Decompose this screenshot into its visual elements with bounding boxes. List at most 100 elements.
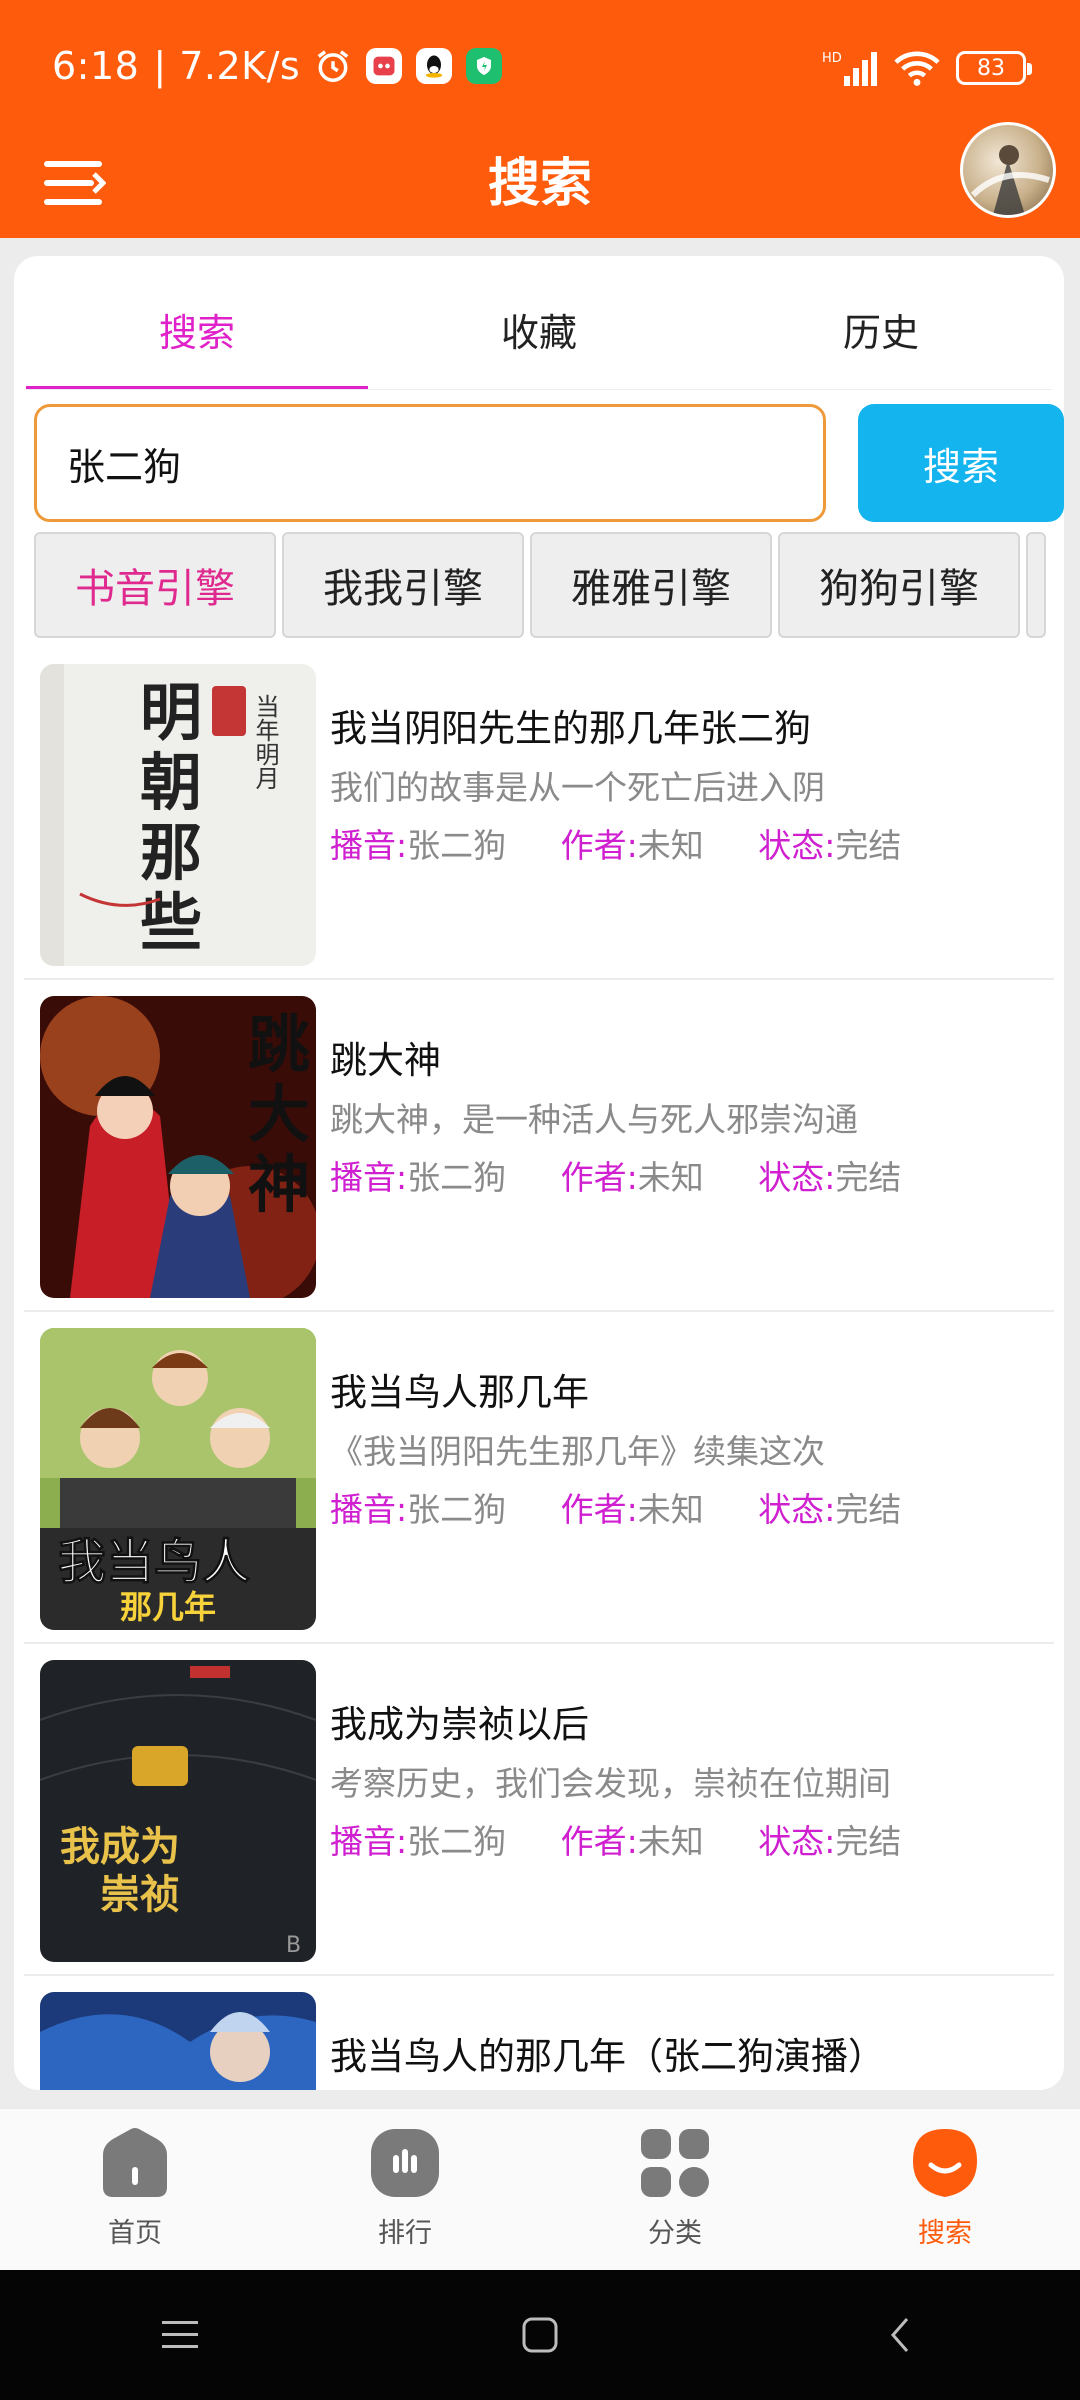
alarm-icon bbox=[317, 50, 349, 82]
book-title: 我当阴阳先生的那几年张二狗 bbox=[330, 707, 811, 750]
narrator-value: 张二狗 bbox=[407, 1822, 507, 1861]
nav-category[interactable]: 分类 bbox=[540, 2109, 810, 2270]
author-value: 未知 bbox=[637, 826, 704, 865]
engine-shuyin[interactable]: 书音引擎 bbox=[34, 532, 276, 638]
book-cover: 我成为 崇祯 B bbox=[40, 1660, 316, 1962]
bottom-nav: 首页 排行 分类 搜索 bbox=[0, 2108, 1080, 2270]
book-meta: 播音:张二狗 作者:未知 状态:完结 bbox=[330, 1154, 1044, 1202]
narrator-label: 播音: bbox=[330, 1490, 408, 1529]
narrator-label: 播音: bbox=[330, 1822, 408, 1861]
tab-history[interactable]: 历史 bbox=[710, 256, 1052, 390]
status-label: 状态: bbox=[758, 1158, 836, 1197]
app-notification-icon bbox=[366, 48, 403, 84]
cover-author: 当年明月 bbox=[251, 694, 279, 790]
book-title: 我当鸟人那几年 bbox=[330, 1371, 589, 1414]
nav-ranking-label: 排行 bbox=[378, 2218, 432, 2249]
network-speed: | 7.2K/s bbox=[153, 44, 301, 88]
result-item[interactable]: 我当鸟人 那几年 我当鸟人那几年 《我当阴阳先生那几年》续集这次 播音:张二狗 … bbox=[24, 1312, 1054, 1644]
content-card: 搜索 收藏 历史 搜索 书音引擎 我我引擎 雅雅引擎 狗狗引擎 明 bbox=[14, 256, 1064, 2090]
tab-search[interactable]: 搜索 bbox=[26, 256, 368, 390]
tab-favorites[interactable]: 收藏 bbox=[368, 256, 710, 390]
author-label: 作者: bbox=[560, 1822, 638, 1861]
book-info: 我当鸟人那几年 《我当阴阳先生那几年》续集这次 播音:张二狗 作者:未知 状态:… bbox=[330, 1368, 1044, 1534]
cover-char-2: 崇祯 bbox=[100, 1872, 180, 1918]
nav-search[interactable]: 搜索 bbox=[810, 2109, 1080, 2270]
recent-apps-button[interactable] bbox=[150, 2305, 210, 2365]
back-button[interactable] bbox=[870, 2305, 930, 2365]
signal-icon: HD bbox=[822, 51, 877, 86]
status-value: 完结 bbox=[835, 1822, 902, 1861]
status-value: 完结 bbox=[835, 1158, 902, 1197]
cover-char-4: 些 bbox=[140, 886, 202, 959]
book-meta: 播音:张二狗 作者:未知 状态:完结 bbox=[330, 822, 1044, 870]
book-title: 我成为崇祯以后 bbox=[330, 1703, 589, 1746]
book-info: 我成为崇祯以后 考察历史，我们会发现，崇祯在位期间 播音:张二狗 作者:未知 状… bbox=[330, 1700, 1044, 1866]
book-cover: 明 朝 那 些 当年明月 bbox=[40, 664, 316, 966]
author-label: 作者: bbox=[560, 1158, 638, 1197]
nav-ranking[interactable]: 排行 bbox=[270, 2109, 540, 2270]
status-label: 状态: bbox=[758, 1822, 836, 1861]
book-description: 我们的故事是从一个死亡后进入阴 bbox=[330, 768, 825, 807]
book-cover-art: 跳 大 神 bbox=[40, 996, 316, 1298]
book-meta: 播音:张二狗 作者:未知 状态:完结 bbox=[330, 1486, 1044, 1534]
home-icon bbox=[103, 2128, 167, 2197]
nav-category-label: 分类 bbox=[648, 2218, 702, 2249]
home-button-icon bbox=[522, 2317, 558, 2353]
book-description: 考察历史，我们会发现，崇祯在位期间 bbox=[330, 1764, 891, 1803]
narrator-value: 张二狗 bbox=[407, 1490, 507, 1529]
narrator-label: 播音: bbox=[330, 826, 408, 865]
engine-selector: 书音引擎 我我引擎 雅雅引擎 狗狗引擎 bbox=[34, 532, 1060, 640]
book-cover-art: 明 朝 那 些 当年明月 bbox=[40, 664, 316, 966]
book-meta: 播音:张二狗 作者:未知 状态:完结 bbox=[330, 1818, 1044, 1866]
narrator-value: 张二狗 bbox=[407, 1158, 507, 1197]
result-item[interactable]: 我成为 崇祯 B 我成为崇祯以后 考察历史，我们会发现，崇祯在位期间 播音:张二… bbox=[24, 1644, 1054, 1976]
engine-gougou[interactable]: 狗狗引擎 bbox=[778, 532, 1020, 638]
search-icon bbox=[913, 2129, 977, 2197]
result-item[interactable]: 跳 大 神 跳大神 跳大神，是一种活人与死人邪崇沟通 播音:张二狗 作者:未知 … bbox=[24, 980, 1054, 1312]
battery-icon: 83 bbox=[956, 51, 1032, 85]
narrator-value: 张二狗 bbox=[407, 826, 507, 865]
nav-search-label: 搜索 bbox=[918, 2218, 972, 2249]
status-label: 状态: bbox=[758, 826, 836, 865]
result-item[interactable]: 我当鸟人的那几年（张二狗演播） bbox=[24, 1976, 1054, 2090]
status-value: 完结 bbox=[835, 826, 902, 865]
page-title: 搜索 bbox=[487, 154, 592, 214]
status-label: 状态: bbox=[758, 1490, 836, 1529]
recent-apps-icon bbox=[162, 2321, 198, 2348]
book-title: 我当鸟人的那几年（张二狗演播） bbox=[330, 2035, 885, 2078]
back-icon bbox=[891, 2318, 909, 2352]
cover-title: 我当鸟人 bbox=[58, 1534, 250, 1590]
nav-home[interactable]: 首页 bbox=[0, 2109, 270, 2270]
book-cover-art: 我成为 崇祯 B bbox=[40, 1660, 316, 1962]
qq-icon bbox=[416, 48, 453, 84]
narrator-label: 播音: bbox=[330, 1158, 408, 1197]
book-cover-art: 我当鸟人 那几年 bbox=[40, 1328, 316, 1630]
search-input[interactable] bbox=[34, 404, 826, 522]
svg-text:HD: HD bbox=[822, 51, 842, 66]
book-cover: 我当鸟人 那几年 bbox=[40, 1328, 316, 1630]
engine-yaya[interactable]: 雅雅引擎 bbox=[530, 532, 772, 638]
tab-divider bbox=[26, 389, 1052, 390]
status-value: 完结 bbox=[835, 1490, 902, 1529]
app-root: 6:18 | 7.2K/s HD 83 搜索 搜索 收藏 历史 张二狗 搜索 书… bbox=[0, 0, 1080, 2400]
cover-char-3: 神 bbox=[248, 1148, 310, 1221]
wifi-icon bbox=[894, 51, 940, 86]
book-cover: 跳 大 神 bbox=[40, 996, 316, 1298]
search-row: 搜索 bbox=[34, 404, 1064, 522]
user-avatar[interactable] bbox=[960, 122, 1056, 218]
cover-char-1: 我成为 bbox=[60, 1824, 180, 1870]
nav-home-label: 首页 bbox=[108, 2218, 162, 2249]
cover-subtitle: 那几年 bbox=[120, 1588, 216, 1626]
cover-char-3: 那 bbox=[140, 816, 202, 889]
engine-more-partial[interactable] bbox=[1026, 532, 1046, 638]
tab-bar: 搜索 收藏 历史 bbox=[26, 256, 1052, 390]
status-right: HD 83 bbox=[822, 40, 1032, 96]
search-button[interactable]: 搜索 bbox=[858, 404, 1064, 522]
author-value: 未知 bbox=[637, 1822, 704, 1861]
shield-app-icon bbox=[466, 48, 503, 84]
book-cover bbox=[40, 1992, 316, 2090]
cover-char-2: 大 bbox=[248, 1078, 310, 1151]
engine-wowo[interactable]: 我我引擎 bbox=[282, 532, 524, 638]
result-item[interactable]: 明 朝 那 些 当年明月 我当阴阳先生的那几年张二狗 我们的故事是从一个死亡后进… bbox=[24, 648, 1054, 980]
home-button[interactable] bbox=[510, 2305, 570, 2365]
